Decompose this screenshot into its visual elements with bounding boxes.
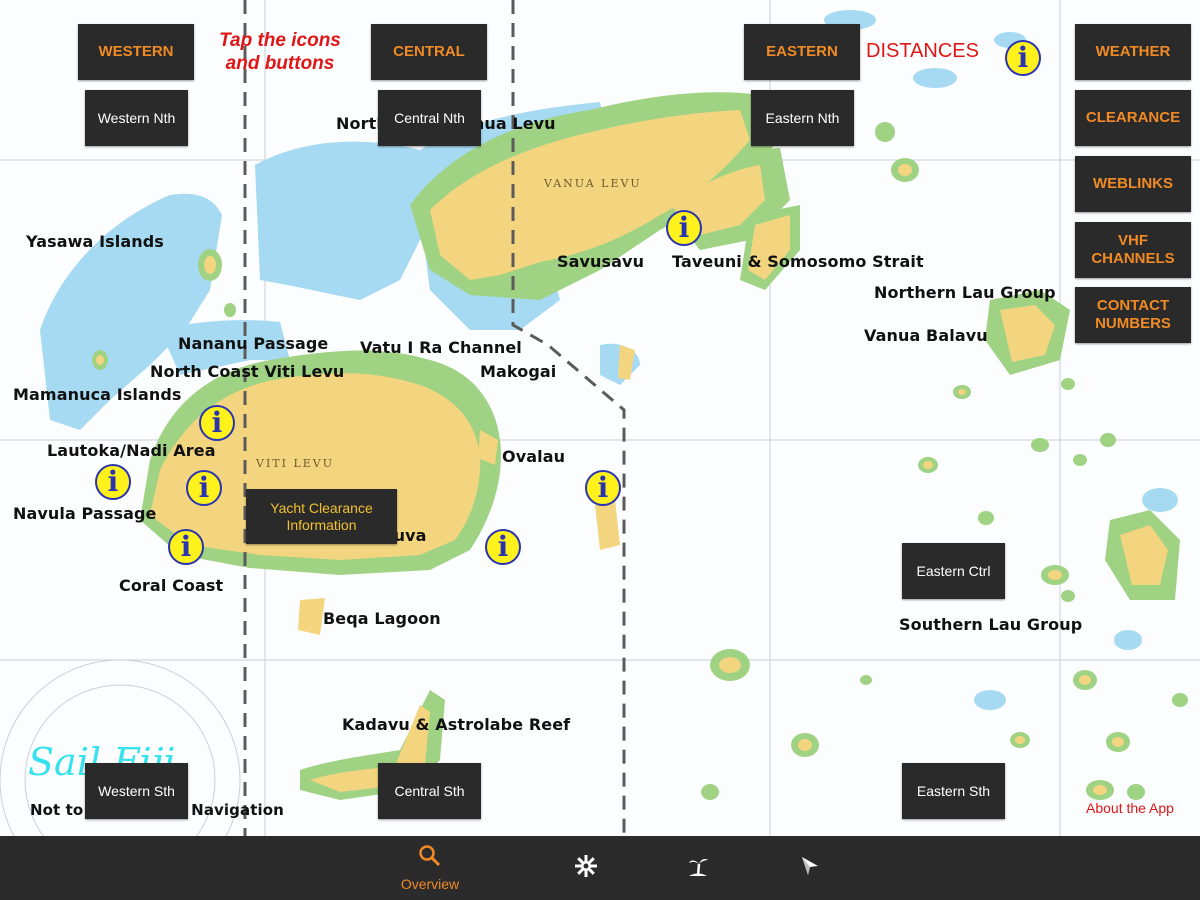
label-taveuni-somosomo: Taveuni & Somosomo Strait bbox=[672, 252, 924, 271]
info-icon-ovalau[interactable]: i bbox=[585, 470, 621, 506]
label-savusavu: Savusavu bbox=[557, 252, 645, 271]
distances-link[interactable]: DISTANCES bbox=[866, 40, 979, 63]
info-icon-distances[interactable]: i bbox=[1005, 40, 1041, 76]
info-icon-north-coast[interactable]: i bbox=[199, 405, 235, 441]
tab-settings[interactable] bbox=[566, 836, 606, 900]
label-nananu-passage: Nananu Passage bbox=[178, 334, 329, 353]
label-ovalau: Ovalau bbox=[502, 447, 566, 466]
island-palm-icon bbox=[686, 854, 710, 882]
label-lautoka-nadi: Lautoka/Nadi Area bbox=[47, 441, 216, 460]
vhf-channels-button[interactable]: VHF CHANNELS bbox=[1075, 222, 1191, 278]
yacht-clearance-button[interactable]: Yacht Clearance Information bbox=[246, 489, 397, 544]
central-south-button[interactable]: Central Sth bbox=[378, 763, 481, 819]
tab-overview[interactable]: Overview bbox=[390, 836, 470, 900]
info-icon-suva[interactable]: i bbox=[485, 529, 521, 565]
chart-name-viti-levu: VITI LEVU bbox=[256, 457, 335, 470]
label-kadavu-astrolabe: Kadavu & Astrolabe Reef bbox=[342, 715, 571, 734]
bottom-navigation-bar: Overview bbox=[0, 836, 1200, 900]
info-icon-nadi[interactable]: i bbox=[186, 470, 222, 506]
eastern-central-button[interactable]: Eastern Ctrl bbox=[902, 543, 1005, 599]
info-icon-savusavu[interactable]: i bbox=[666, 210, 702, 246]
about-app-link[interactable]: About the App bbox=[1086, 800, 1174, 816]
chart-name-vanua-levu: VANUA LEVU bbox=[544, 177, 642, 190]
label-vatu-i-ra: Vatu I Ra Channel bbox=[360, 338, 522, 357]
compass-pin-icon bbox=[798, 854, 822, 882]
eastern-south-button[interactable]: Eastern Sth bbox=[902, 763, 1005, 819]
nautical-chart-map[interactable]: North Coast Vanua Levu VANUA LEVU VITI L… bbox=[0, 0, 1200, 836]
label-coral-coast: Coral Coast bbox=[119, 576, 224, 595]
label-beqa-lagoon: Beqa Lagoon bbox=[323, 609, 441, 628]
contact-numbers-button[interactable]: CONTACT NUMBERS bbox=[1075, 287, 1191, 343]
label-vanua-balavu: Vanua Balavu bbox=[864, 326, 988, 345]
central-north-button[interactable]: Central Nth bbox=[378, 90, 481, 146]
info-icon-coral-coast[interactable]: i bbox=[168, 529, 204, 565]
weather-button[interactable]: WEATHER bbox=[1075, 24, 1191, 80]
label-northern-lau: Northern Lau Group bbox=[874, 283, 1056, 302]
eastern-north-button[interactable]: Eastern Nth bbox=[751, 90, 854, 146]
search-map-icon bbox=[418, 844, 442, 872]
info-icon-lautoka[interactable]: i bbox=[95, 464, 131, 500]
label-mamanuca-islands: Mamanuca Islands bbox=[13, 385, 182, 404]
western-south-button[interactable]: Western Sth bbox=[85, 763, 188, 819]
app-screen: North Coast Vanua Levu VANUA LEVU VITI L… bbox=[0, 0, 1200, 900]
eastern-region-button[interactable]: EASTERN bbox=[744, 24, 860, 80]
tap-instruction: Tap the icons and buttons bbox=[219, 30, 341, 74]
western-north-button[interactable]: Western Nth bbox=[85, 90, 188, 146]
clearance-button[interactable]: CLEARANCE bbox=[1075, 90, 1191, 146]
tab-destinations[interactable] bbox=[678, 836, 718, 900]
weblinks-button[interactable]: WEBLINKS bbox=[1075, 156, 1191, 212]
label-southern-lau: Southern Lau Group bbox=[899, 615, 1083, 634]
label-makogai: Makogai bbox=[480, 362, 557, 381]
central-region-button[interactable]: CENTRAL bbox=[371, 24, 487, 80]
tab-overview-label: Overview bbox=[400, 876, 460, 892]
label-north-coast-viti-levu: North Coast Viti Levu bbox=[150, 362, 345, 381]
settings-gear-icon bbox=[574, 854, 598, 882]
western-region-button[interactable]: WESTERN bbox=[78, 24, 194, 80]
label-yasawa-islands: Yasawa Islands bbox=[26, 232, 164, 251]
tab-navigation[interactable] bbox=[790, 836, 830, 900]
label-navula-passage: Navula Passage bbox=[13, 504, 157, 523]
